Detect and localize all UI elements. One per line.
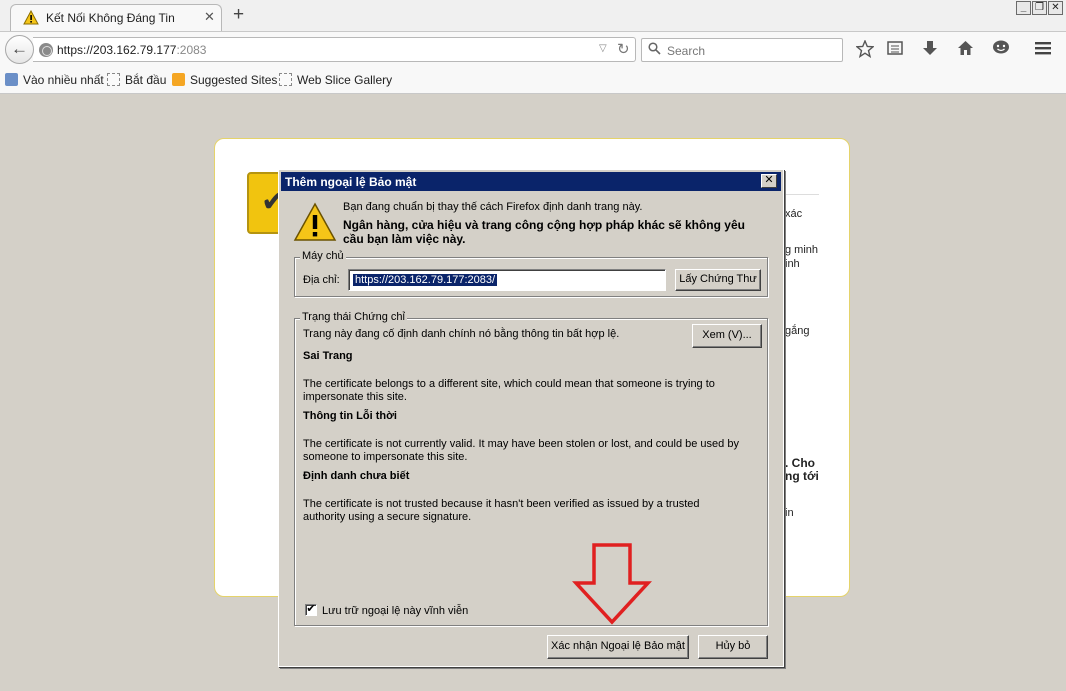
bookmark-label: Suggested Sites xyxy=(190,73,278,87)
new-tab-button[interactable]: + xyxy=(233,5,244,24)
add-security-exception-dialog: Thêm ngoại lệ Bảo mật ✕ Bạn đang chuẩn b… xyxy=(278,169,784,667)
cancel-button[interactable]: Hủy bỏ xyxy=(698,635,768,659)
address-label: Địa chỉ: xyxy=(303,274,340,286)
issue-title-outdated: Thông tin Lỗi thời xyxy=(303,410,397,422)
globe-icon[interactable] xyxy=(39,43,53,57)
bookmark-getting-started[interactable]: Bắt đầu xyxy=(107,73,166,87)
view-certificate-button[interactable]: Xem (V)... xyxy=(692,324,762,348)
address-input[interactable]: https://203.162.79.177:2083/ xyxy=(348,269,666,291)
dialog-intro-text: Bạn đang chuẩn bị thay thế cách Firefox … xyxy=(343,201,643,213)
confirm-security-exception-button[interactable]: Xác nhận Ngoại lệ Bảo mật xyxy=(547,635,689,659)
background-text: gắng xyxy=(785,325,810,337)
history-dropmarker-icon[interactable]: ▽ xyxy=(599,43,607,54)
permanent-exception-checkbox[interactable]: ✔ xyxy=(305,604,317,616)
background-text: ng tới xyxy=(785,469,819,483)
bookmark-most-visited[interactable]: Vào nhiều nhất xyxy=(5,73,104,87)
bookmark-star-icon xyxy=(5,73,18,86)
issue-title-wrong-site: Sai Trang xyxy=(303,350,353,362)
restore-button[interactable]: ❐ xyxy=(1032,1,1047,15)
downloads-icon[interactable] xyxy=(922,40,938,60)
tab-untrusted-connection[interactable]: Kết Nối Không Đáng Tin ✕ xyxy=(10,4,222,31)
window-controls: _ ❐ ✕ xyxy=(1016,1,1063,15)
chat-icon[interactable] xyxy=(992,40,1010,60)
permanent-exception-label[interactable]: Lưu trữ ngoại lệ này vĩnh viễn xyxy=(322,605,468,617)
bookmark-label: Web Slice Gallery xyxy=(297,73,393,87)
bookmark-web-slice-gallery[interactable]: Web Slice Gallery xyxy=(279,73,392,87)
url-text[interactable]: https://203.162.79.177:2083 xyxy=(57,43,206,57)
certificate-status-description: Trang này đang cố định danh chính nó bằn… xyxy=(303,328,620,340)
url-host: https://203.162.79.177 xyxy=(57,43,177,57)
background-text: . Cho xyxy=(785,456,815,470)
url-port: :2083 xyxy=(176,43,207,57)
dialog-warning-text: Ngân hàng, cửa hiệu và trang công cộng h… xyxy=(343,218,745,246)
page-icon xyxy=(279,73,292,86)
bookmark-label: Bắt đầu xyxy=(125,73,167,87)
warning-icon xyxy=(293,202,337,241)
dialog-close-button[interactable]: ✕ xyxy=(761,174,777,188)
dialog-title-bar[interactable]: Thêm ngoại lệ Bảo mật ✕ xyxy=(281,172,781,191)
server-group-label: Máy chủ xyxy=(300,250,346,262)
minimize-button[interactable]: _ xyxy=(1016,1,1031,15)
bookmark-suggested-sites[interactable]: Suggested Sites xyxy=(172,73,277,87)
background-text: g minh xyxy=(785,244,819,256)
warning-icon xyxy=(23,10,39,25)
get-certificate-button[interactable]: Lấy Chứng Thư xyxy=(675,269,761,291)
annotation-arrow-icon xyxy=(572,543,652,625)
window-close-button[interactable]: ✕ xyxy=(1048,1,1063,15)
suggested-icon xyxy=(172,73,185,86)
bookmark-star-icon[interactable] xyxy=(855,39,875,62)
background-text: xác xyxy=(785,208,803,220)
home-icon[interactable] xyxy=(957,40,974,60)
address-value: https://203.162.79.177:2083/ xyxy=(353,274,498,286)
bookmarks-bar: Vào nhiều nhất Bắt đầu Suggested Sites W… xyxy=(0,67,1066,94)
page-icon xyxy=(107,73,120,86)
certificate-status-group: Trạng thái Chứng chỉ Trang này đang cố đ… xyxy=(294,311,768,626)
background-text: inh xyxy=(785,258,800,270)
issue-body-wrong-site: The certificate belongs to a different s… xyxy=(303,378,715,403)
search-placeholder: Search xyxy=(667,44,706,58)
search-icon xyxy=(648,42,661,58)
certificate-status-content: Trang này đang cố định danh chính nó bằn… xyxy=(295,319,767,625)
issue-title-unknown-identity: Định danh chưa biết xyxy=(303,470,410,482)
navigation-bar: https://203.162.79.177:2083 ▽ ↻ ← Search xyxy=(0,31,1066,67)
dialog-title: Thêm ngoại lệ Bảo mật xyxy=(285,175,417,189)
menu-icon[interactable] xyxy=(1034,40,1052,60)
back-button[interactable]: ← xyxy=(5,35,34,64)
server-group: Máy chủ Địa chỉ: https://203.162.79.177:… xyxy=(294,250,768,297)
tab-close-icon[interactable]: ✕ xyxy=(204,9,215,25)
tab-title: Kết Nối Không Đáng Tin xyxy=(46,11,175,25)
tab-strip: Kết Nối Không Đáng Tin ✕ + _ ❐ ✕ xyxy=(0,0,1066,31)
bookmark-label: Vào nhiều nhất xyxy=(23,73,104,87)
reading-list-icon[interactable] xyxy=(887,40,903,60)
background-text: in xyxy=(785,507,794,519)
url-bar[interactable]: https://203.162.79.177:2083 ▽ ↻ xyxy=(33,37,636,62)
reload-icon[interactable]: ↻ xyxy=(617,40,630,58)
issue-body-unknown-identity: The certificate is not trusted because i… xyxy=(303,498,700,523)
search-input[interactable]: Search xyxy=(641,38,843,62)
issue-body-outdated: The certificate is not currently valid. … xyxy=(303,438,739,463)
